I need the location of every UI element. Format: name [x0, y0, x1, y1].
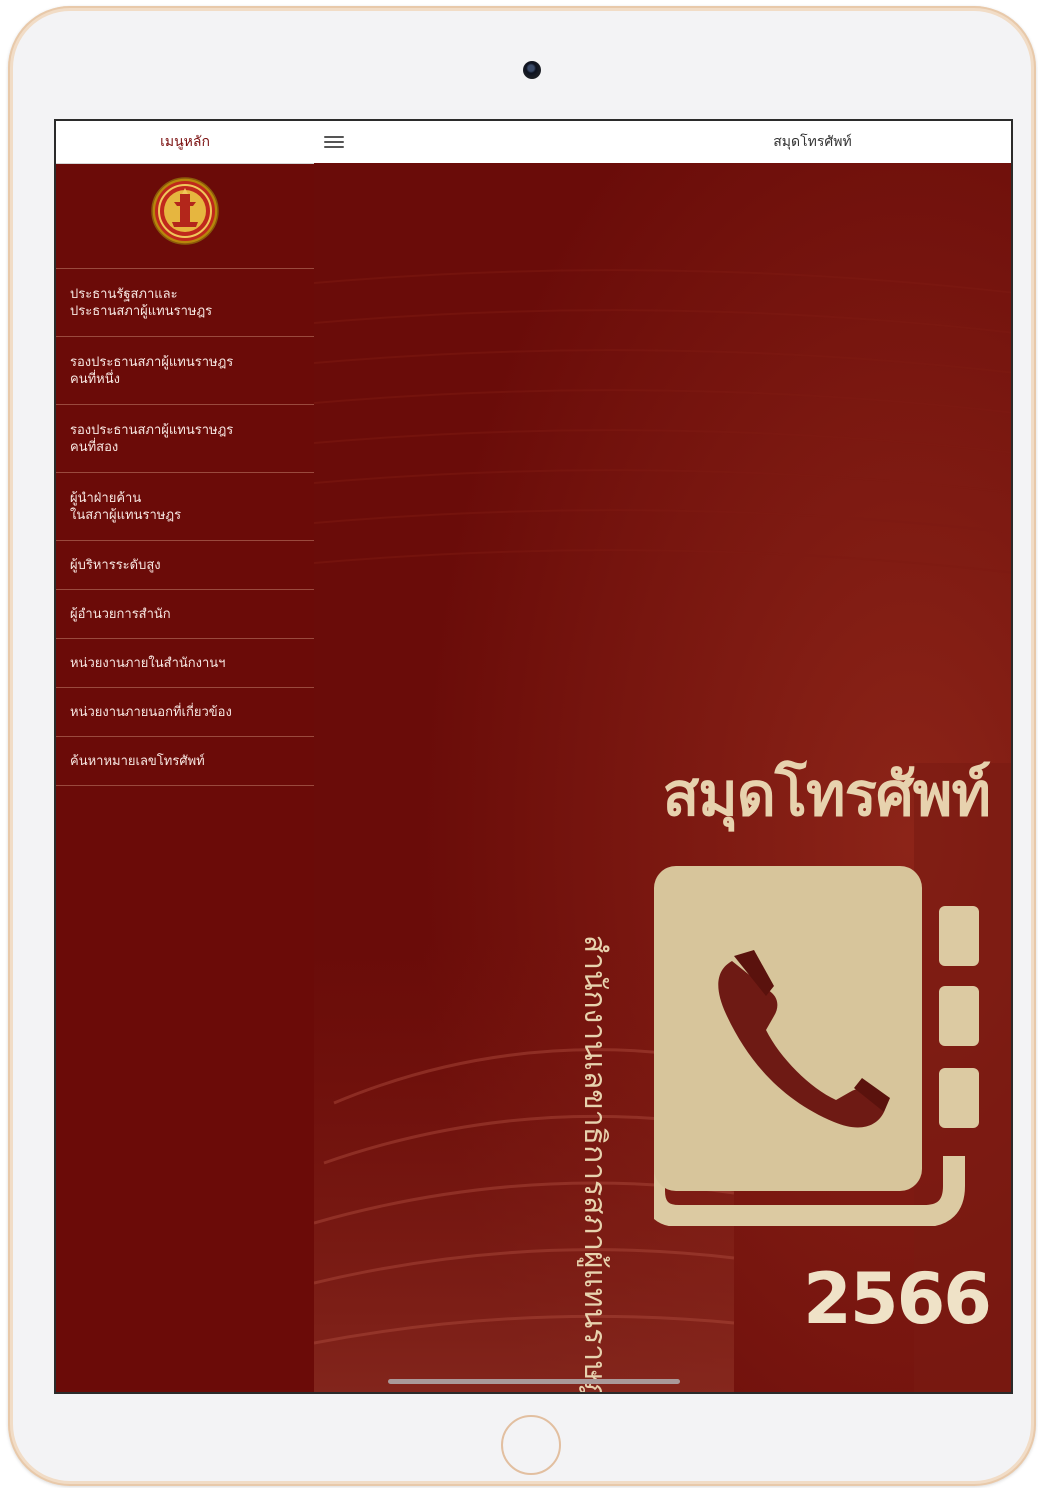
sidebar-item-speaker[interactable]: ประธานรัฐสภาและ ประธานสภาผู้แทนราษฎร	[56, 269, 314, 337]
sidebar-item-executives[interactable]: ผู้บริหารระดับสูง	[56, 541, 314, 590]
sidebar-item-label: ในสภาผู้แทนราษฎร	[70, 507, 182, 523]
page-title: สมุดโทรศัพท์	[773, 134, 852, 150]
emblem-area	[56, 164, 314, 269]
sidebar: เมนูหลัก ประธานรัฐสภาและ ประธานสภาผู้แทน…	[56, 121, 315, 1392]
sidebar-item-bureau-directors[interactable]: ผู้อำนวยการสำนัก	[56, 590, 314, 639]
sidebar-item-label: ค้นหาหมายเลขโทรศัพท์	[70, 753, 205, 769]
sidebar-item-label: หน่วยงานภายในสำนักงานฯ	[70, 655, 226, 671]
sidebar-item-label: ผู้อำนวยการสำนัก	[70, 606, 171, 622]
sidebar-item-external-units[interactable]: หน่วยงานภายนอกที่เกี่ยวข้อง	[56, 688, 314, 737]
organization-name: สำนักงานเลขาธิการสภาผู้แทนราษฎร	[577, 934, 612, 1392]
parliament-emblem-icon	[151, 177, 219, 245]
sidebar-menu: ประธานรัฐสภาและ ประธานสภาผู้แทนราษฎร รอง…	[56, 269, 314, 786]
sidebar-header: เมนูหลัก	[56, 121, 314, 164]
main-content: สมุดโทรศัพท์ สมุดโทรศัพท์ สำนักงานเลขาธิ…	[314, 121, 1011, 1392]
sidebar-item-phone-search[interactable]: ค้นหาหมายเลขโทรศัพท์	[56, 737, 314, 786]
sidebar-item-label: รองประธานสภาผู้แทนราษฎร	[70, 422, 234, 438]
home-button[interactable]	[501, 1415, 561, 1475]
phone-book-icon	[654, 866, 979, 1226]
home-indicator[interactable]	[388, 1379, 680, 1384]
app-screen: เมนูหลัก ประธานรัฐสภาและ ประธานสภาผู้แทน…	[54, 119, 1013, 1394]
sidebar-item-label: ประธานสภาผู้แทนราษฎร	[70, 303, 213, 319]
sidebar-item-label: คนที่หนึ่ง	[70, 371, 120, 387]
sidebar-item-label: ประธานรัฐสภาและ	[70, 286, 178, 302]
sidebar-item-label: ผู้บริหารระดับสูง	[70, 557, 161, 573]
front-camera	[523, 61, 541, 79]
sidebar-item-first-deputy-speaker[interactable]: รองประธานสภาผู้แทนราษฎร คนที่หนึ่ง	[56, 337, 314, 405]
cover-image: สมุดโทรศัพท์ สำนักงานเลขาธิการสภาผู้แทนร…	[314, 163, 1011, 1392]
cover-title: สมุดโทรศัพท์	[662, 760, 991, 830]
sidebar-item-second-deputy-speaker[interactable]: รองประธานสภาผู้แทนราษฎร คนที่สอง	[56, 405, 314, 473]
sidebar-title: เมนูหลัก	[160, 134, 210, 150]
sidebar-item-opposition-leader[interactable]: ผู้นำฝ่ายค้าน ในสภาผู้แทนราษฎร	[56, 473, 314, 541]
top-bar: สมุดโทรศัพท์	[314, 121, 1011, 164]
cover-year: 2566	[803, 1258, 992, 1340]
sidebar-item-label: หน่วยงานภายนอกที่เกี่ยวข้อง	[70, 704, 232, 720]
sidebar-item-label: คนที่สอง	[70, 439, 119, 455]
sidebar-item-label: รองประธานสภาผู้แทนราษฎร	[70, 354, 234, 370]
sidebar-item-label: ผู้นำฝ่ายค้าน	[70, 490, 142, 506]
hamburger-icon[interactable]	[324, 133, 344, 150]
sidebar-item-internal-units[interactable]: หน่วยงานภายในสำนักงานฯ	[56, 639, 314, 688]
tablet-device: เมนูหลัก ประธานรัฐสภาและ ประธานสภาผู้แทน…	[8, 6, 1036, 1486]
